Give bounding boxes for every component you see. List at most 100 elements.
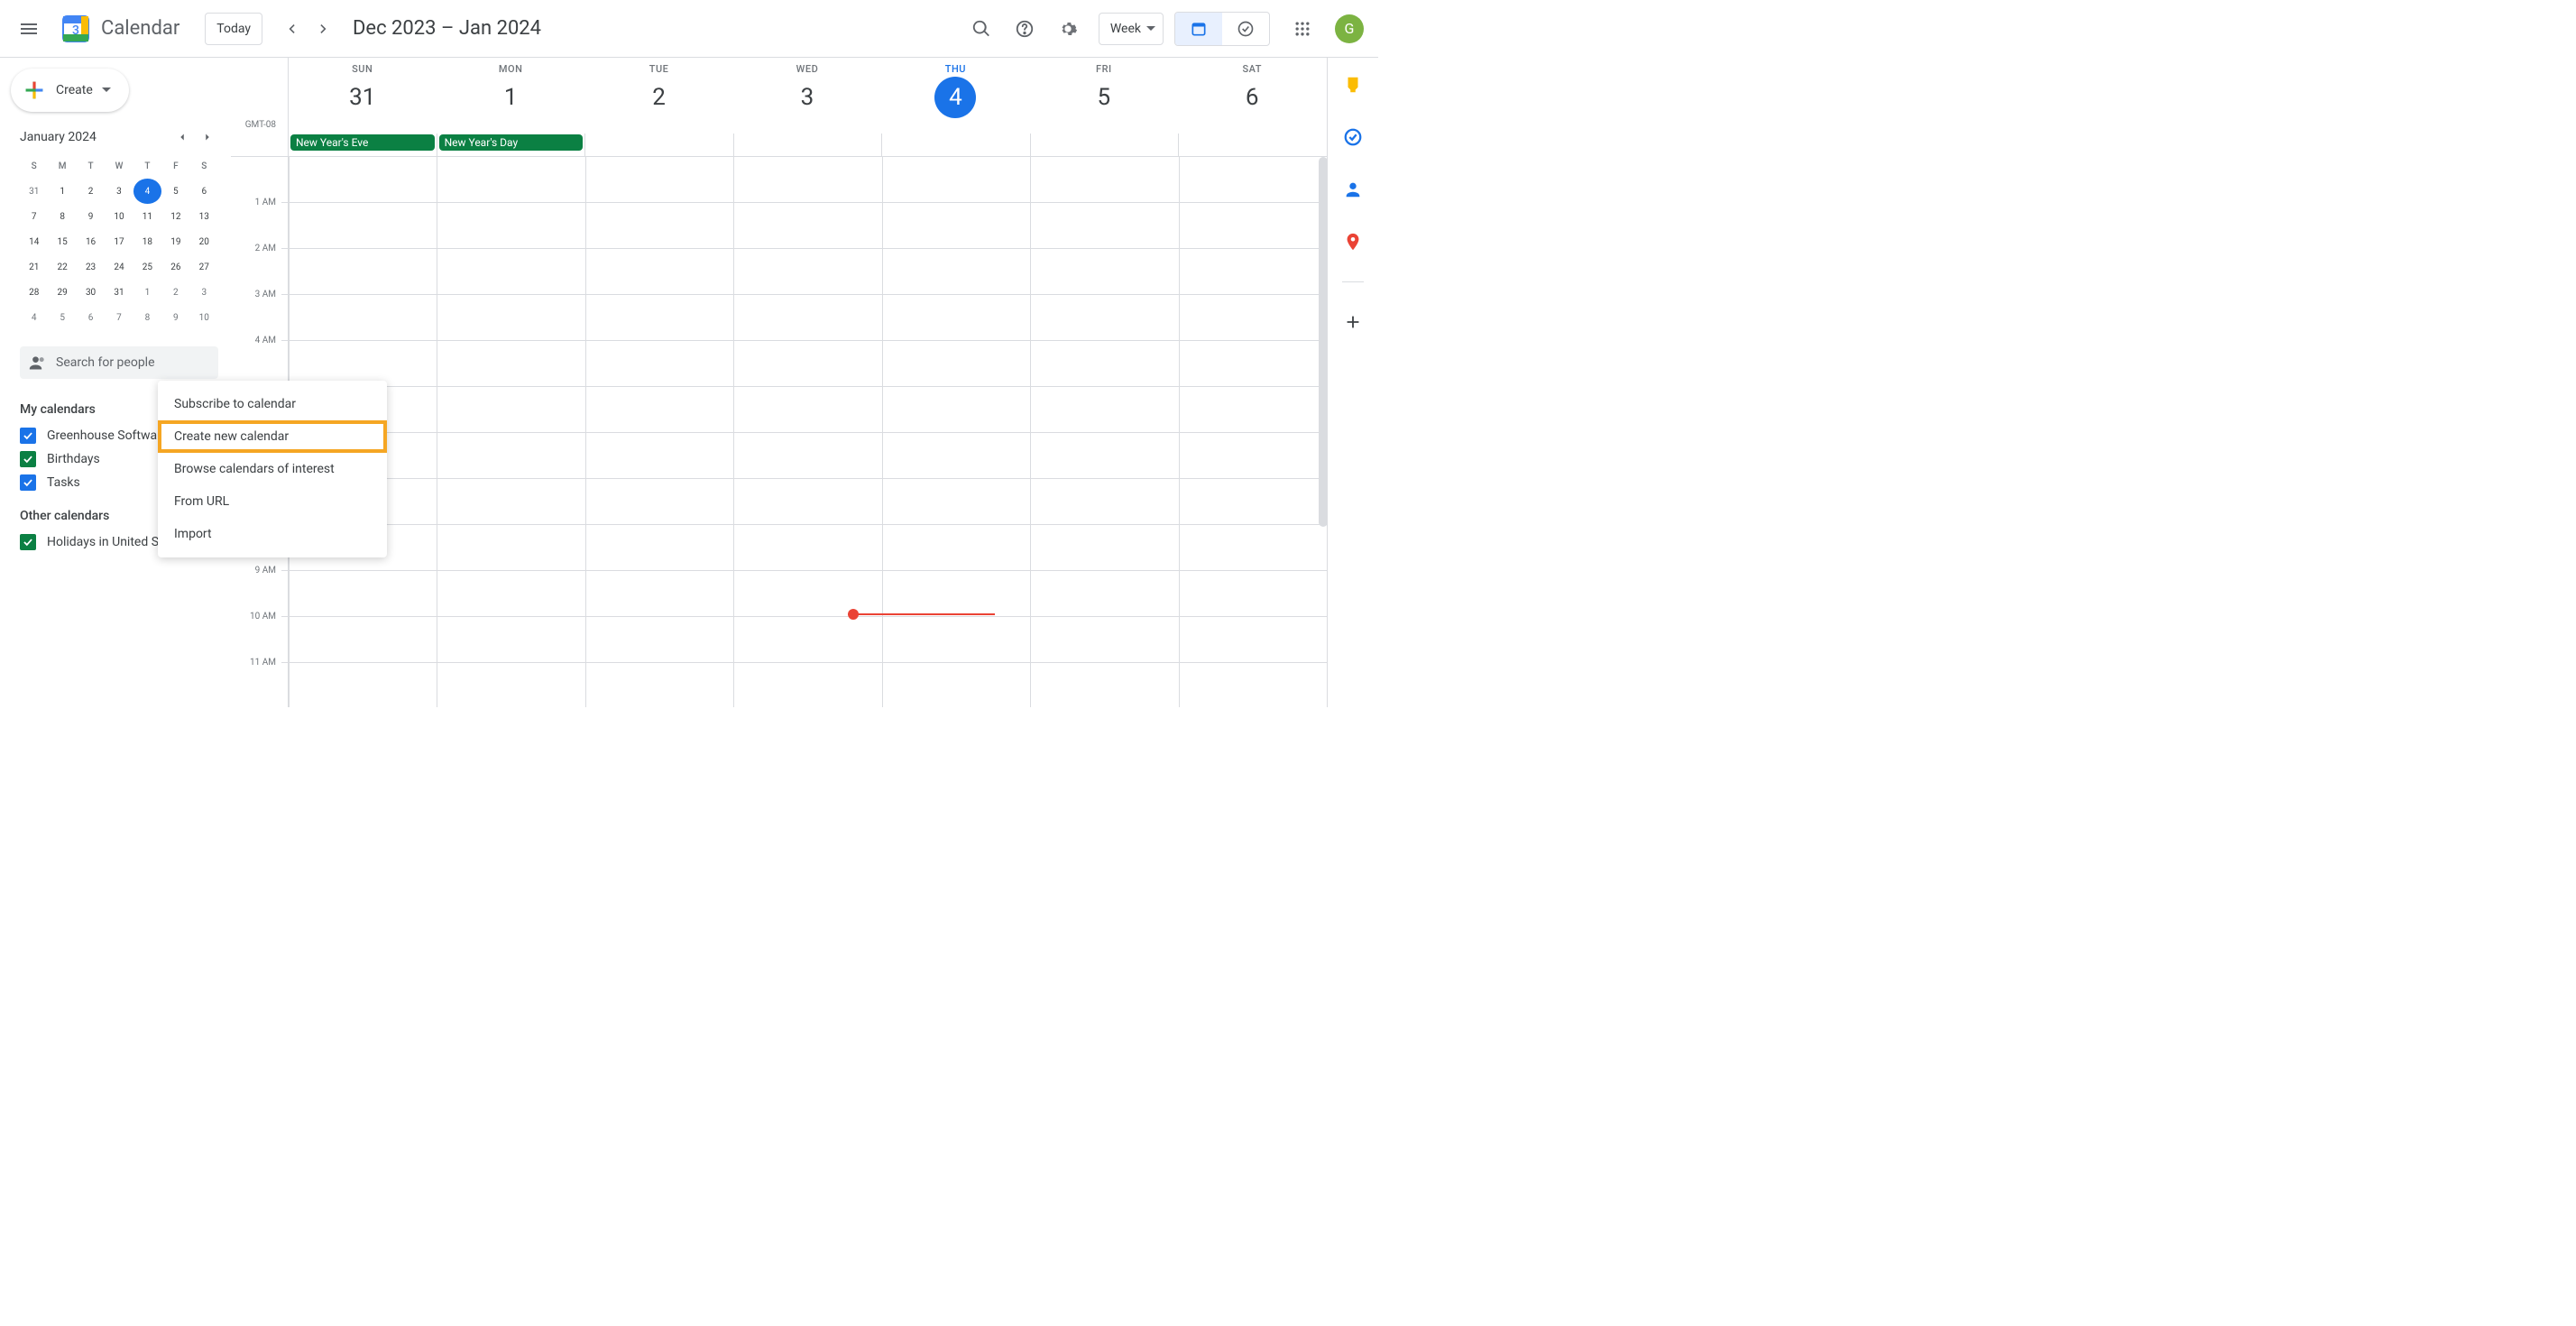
mini-date[interactable]: 20 <box>190 229 218 254</box>
time-cell[interactable] <box>1030 387 1178 433</box>
time-cell[interactable] <box>437 663 584 707</box>
time-cell[interactable] <box>585 479 733 525</box>
time-cell[interactable] <box>1179 433 1327 479</box>
support-button[interactable] <box>1007 11 1043 47</box>
time-cell[interactable] <box>882 525 1030 571</box>
time-cell[interactable] <box>437 203 584 249</box>
time-cell[interactable] <box>1179 525 1327 571</box>
mini-date[interactable]: 24 <box>105 254 133 280</box>
time-cell[interactable] <box>882 295 1030 341</box>
date-number[interactable]: 1 <box>490 77 531 118</box>
search-people-input[interactable]: Search for people <box>20 346 218 379</box>
time-cell[interactable] <box>437 617 584 663</box>
time-cell[interactable] <box>733 479 881 525</box>
time-cell[interactable] <box>1030 479 1178 525</box>
mini-date[interactable]: 21 <box>20 254 48 280</box>
tasks-button[interactable] <box>1335 119 1371 155</box>
day-header[interactable]: SUN31 <box>289 58 437 134</box>
time-cell[interactable] <box>437 295 584 341</box>
view-selector[interactable]: Week <box>1099 13 1164 45</box>
time-cell[interactable] <box>882 387 1030 433</box>
mini-date[interactable]: 6 <box>77 305 105 330</box>
time-cell[interactable] <box>1030 433 1178 479</box>
allday-cell[interactable]: New Year's Day <box>437 134 585 156</box>
allday-cell[interactable] <box>733 134 882 156</box>
time-cell[interactable] <box>733 663 881 707</box>
mini-date[interactable]: 7 <box>105 305 133 330</box>
logo[interactable]: 3 Calendar <box>58 11 179 47</box>
calendar-view-button[interactable] <box>1175 13 1222 45</box>
time-cell[interactable] <box>882 479 1030 525</box>
time-cell[interactable] <box>585 663 733 707</box>
mini-prev-button[interactable] <box>171 126 193 148</box>
time-cell[interactable] <box>585 157 733 203</box>
date-number[interactable]: 31 <box>342 77 383 118</box>
menu-item[interactable]: Subscribe to calendar <box>158 388 387 420</box>
mini-date[interactable]: 25 <box>133 254 161 280</box>
date-number[interactable]: 2 <box>639 77 680 118</box>
day-header[interactable]: TUE2 <box>585 58 733 134</box>
time-cell[interactable] <box>289 249 437 295</box>
mini-date[interactable]: 31 <box>105 280 133 305</box>
time-cell[interactable] <box>882 433 1030 479</box>
main-menu-button[interactable] <box>7 7 51 51</box>
allday-event[interactable]: New Year's Eve <box>290 134 435 151</box>
time-cell[interactable] <box>585 341 733 387</box>
mini-date[interactable]: 30 <box>77 280 105 305</box>
mini-date[interactable]: 9 <box>161 305 189 330</box>
mini-date[interactable]: 3 <box>190 280 218 305</box>
allday-cell[interactable] <box>1030 134 1179 156</box>
time-cell[interactable] <box>733 617 881 663</box>
time-cell[interactable] <box>585 249 733 295</box>
time-cell[interactable] <box>733 571 881 617</box>
contacts-button[interactable] <box>1335 171 1371 207</box>
mini-date[interactable]: 5 <box>48 305 76 330</box>
time-cell[interactable] <box>1179 617 1327 663</box>
time-cell[interactable] <box>1179 387 1327 433</box>
mini-date[interactable]: 6 <box>190 179 218 204</box>
time-cell[interactable] <box>289 663 437 707</box>
mini-date[interactable]: 7 <box>20 204 48 229</box>
calendar-checkbox[interactable] <box>20 474 36 491</box>
time-cell[interactable] <box>1179 571 1327 617</box>
google-apps-button[interactable] <box>1284 11 1320 47</box>
account-avatar[interactable]: G <box>1335 14 1364 43</box>
time-cell[interactable] <box>585 525 733 571</box>
mini-date[interactable]: 22 <box>48 254 76 280</box>
date-number[interactable]: 4 <box>934 77 976 118</box>
prev-period-button[interactable] <box>277 14 306 43</box>
time-cell[interactable] <box>1030 341 1178 387</box>
date-number[interactable]: 6 <box>1231 77 1273 118</box>
calendar-checkbox[interactable] <box>20 534 36 550</box>
time-cell[interactable] <box>1030 663 1178 707</box>
menu-item[interactable]: From URL <box>158 485 387 518</box>
search-button[interactable] <box>963 11 999 47</box>
time-cell[interactable] <box>733 433 881 479</box>
time-cell[interactable] <box>882 617 1030 663</box>
mini-date[interactable]: 4 <box>20 305 48 330</box>
mini-date[interactable]: 31 <box>20 179 48 204</box>
time-cell[interactable] <box>882 157 1030 203</box>
mini-date[interactable]: 17 <box>105 229 133 254</box>
time-cell[interactable] <box>1179 157 1327 203</box>
mini-date[interactable]: 10 <box>190 305 218 330</box>
mini-date[interactable]: 3 <box>105 179 133 204</box>
mini-date[interactable]: 8 <box>133 305 161 330</box>
day-header[interactable]: FRI5 <box>1030 58 1178 134</box>
today-button[interactable]: Today <box>205 13 262 45</box>
mini-date[interactable]: 4 <box>133 179 161 204</box>
maps-button[interactable] <box>1335 224 1371 260</box>
mini-date[interactable]: 11 <box>133 204 161 229</box>
time-cell[interactable] <box>882 203 1030 249</box>
settings-button[interactable] <box>1050 11 1086 47</box>
time-cell[interactable] <box>289 157 437 203</box>
time-cell[interactable] <box>585 433 733 479</box>
calendar-checkbox[interactable] <box>20 451 36 467</box>
mini-date[interactable]: 14 <box>20 229 48 254</box>
time-cell[interactable] <box>882 341 1030 387</box>
time-cell[interactable] <box>1030 157 1178 203</box>
day-header[interactable]: WED3 <box>733 58 881 134</box>
time-cell[interactable] <box>289 571 437 617</box>
time-cell[interactable] <box>437 249 584 295</box>
time-cell[interactable] <box>1030 295 1178 341</box>
